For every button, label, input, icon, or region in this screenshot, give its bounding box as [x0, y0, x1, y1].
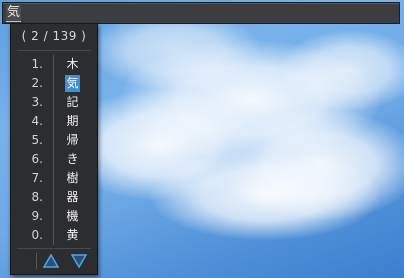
candidate-row-selected[interactable]: 2. 気: [11, 74, 97, 93]
candidate-text: 期: [66, 114, 79, 128]
down-triangle-icon: [70, 254, 88, 269]
divider: [53, 207, 54, 226]
divider: [53, 169, 54, 188]
divider: [53, 188, 54, 207]
divider: [53, 93, 54, 112]
divider: [53, 74, 54, 93]
candidate-number: 4.: [31, 114, 43, 128]
candidate-text: 帰: [66, 133, 79, 147]
desktop-wallpaper: 気 ( 2 / 139 ) 1. 木 2. 気 3. 記 4. 期 5. 帰 6…: [0, 0, 404, 278]
divider: [36, 253, 37, 269]
candidate-number: 5.: [31, 133, 43, 147]
page-navigation: [11, 251, 97, 271]
candidate-text: 木: [66, 57, 79, 71]
divider: [53, 226, 54, 245]
candidate-row[interactable]: 1. 木: [11, 55, 97, 74]
divider: [53, 131, 54, 150]
candidate-text: 樹: [66, 171, 79, 185]
candidate-row[interactable]: 9. 機: [11, 207, 97, 226]
candidate-text: 器: [66, 190, 79, 204]
text-input-field[interactable]: 気: [2, 2, 400, 24]
divider: [53, 112, 54, 131]
prev-page-button[interactable]: [42, 253, 60, 269]
candidate-row[interactable]: 0. 黄: [11, 226, 97, 245]
divider: [17, 50, 91, 51]
candidate-counter: ( 2 / 139 ): [21, 29, 87, 43]
candidate-text-selected: 気: [65, 75, 80, 92]
candidate-row[interactable]: 8. 器: [11, 188, 97, 207]
candidate-row[interactable]: 7. 樹: [11, 169, 97, 188]
candidate-window: ( 2 / 139 ) 1. 木 2. 気 3. 記 4. 期 5. 帰 6. …: [10, 23, 98, 275]
candidate-number: 7.: [31, 171, 43, 185]
candidate-number: 8.: [31, 190, 43, 204]
candidate-text: 記: [66, 95, 79, 109]
candidate-number: 9.: [31, 209, 43, 223]
candidate-number: 1.: [31, 57, 43, 71]
preedit-text: 気: [6, 5, 22, 22]
candidate-number: 6.: [31, 152, 43, 166]
divider: [17, 248, 91, 249]
divider: [53, 150, 54, 169]
candidate-row[interactable]: 4. 期: [11, 112, 97, 131]
candidate-row[interactable]: 5. 帰: [11, 131, 97, 150]
candidate-number: 2.: [31, 76, 43, 90]
up-triangle-icon: [42, 253, 60, 268]
candidate-text: 黄: [66, 228, 79, 242]
candidate-list: 1. 木 2. 気 3. 記 4. 期 5. 帰 6. き 7. 樹 8. 器 …: [11, 55, 97, 245]
candidate-row[interactable]: 6. き: [11, 150, 97, 169]
next-page-button[interactable]: [70, 253, 88, 269]
candidate-text: 機: [66, 209, 79, 223]
candidate-number: 0.: [31, 228, 43, 242]
candidate-number: 3.: [31, 95, 43, 109]
candidate-row[interactable]: 3. 記: [11, 93, 97, 112]
candidate-text: き: [66, 152, 79, 166]
divider: [53, 55, 54, 74]
